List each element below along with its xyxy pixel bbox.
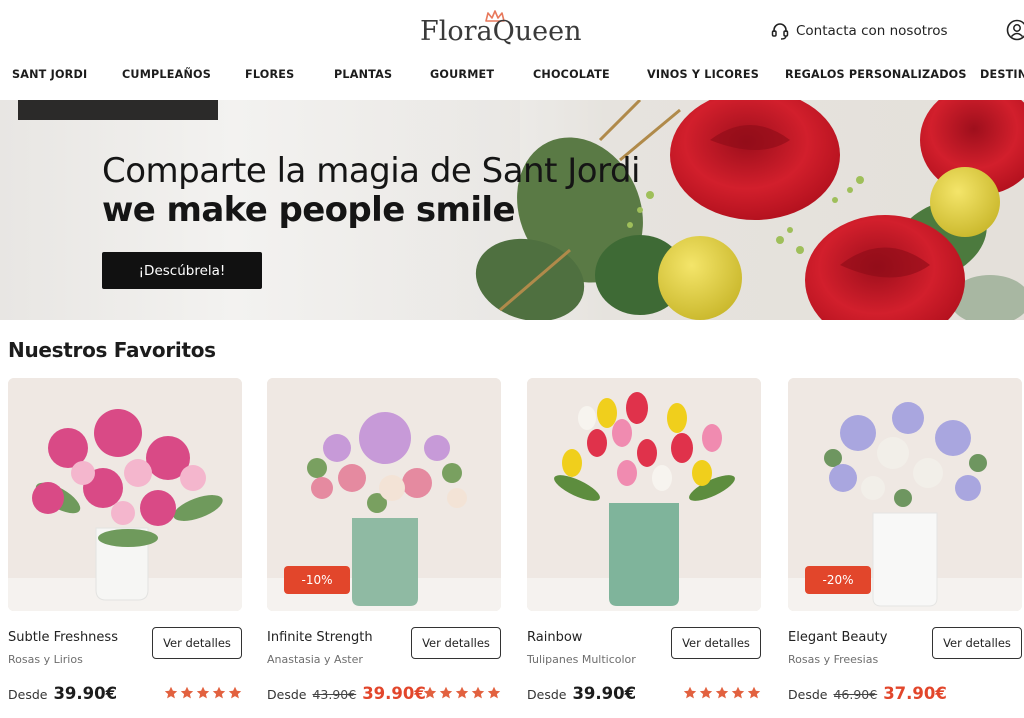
star-icon (212, 686, 226, 699)
nav-item-chocolate[interactable]: CHOCOLATE (533, 68, 610, 81)
nav-item-regalos-personalizados[interactable]: REGALOS PERSONALIZADOS (785, 68, 967, 81)
nav-item-sant-jordi[interactable]: SANT JORDI (12, 68, 87, 81)
main-nav: SANT JORDI CUMPLEAÑOS FLORES PLANTAS GOU… (0, 62, 1024, 88)
product-image[interactable] (527, 378, 761, 611)
star-icon (699, 686, 713, 699)
rating-stars (164, 686, 242, 700)
star-icon (683, 686, 697, 699)
price: 37.90€ (883, 684, 947, 703)
star-icon (228, 686, 242, 699)
product-subtitle: Anastasia y Aster (267, 653, 363, 666)
contact-label: Contacta con nosotros (796, 23, 948, 39)
product-card[interactable]: Subtle Freshness Rosas y Lirios Ver deta… (8, 378, 242, 718)
logo-text: FloraQueen (420, 16, 582, 47)
product-image[interactable] (8, 378, 242, 611)
logo[interactable]: FloraQueen (420, 10, 582, 48)
product-name[interactable]: Elegant Beauty (788, 630, 887, 645)
from-label: Desde (527, 687, 567, 702)
from-label: Desde (8, 687, 48, 702)
product-image[interactable]: -10% (267, 378, 501, 611)
hero-cta-button[interactable]: ¡Descúbrela! (102, 252, 262, 289)
star-icon (455, 686, 469, 699)
rating-stars (683, 686, 761, 700)
nav-item-flores[interactable]: FLORES (245, 68, 294, 81)
product-name[interactable]: Rainbow (527, 630, 582, 645)
view-details-button[interactable]: Ver detalles (152, 627, 242, 659)
price: 39.90€ (362, 684, 426, 703)
star-icon (471, 686, 485, 699)
star-icon (715, 686, 729, 699)
star-icon (164, 686, 178, 699)
hero-title: Comparte la magia de Sant Jordi (102, 151, 640, 191)
nav-item-cumpleanos[interactable]: CUMPLEAÑOS (122, 68, 211, 81)
star-icon (731, 686, 745, 699)
product-card[interactable]: -10% Infinite Strength Anastasia y Aster… (267, 378, 501, 718)
nav-item-gourmet[interactable]: GOURMET (430, 68, 494, 81)
from-label: Desde (788, 687, 828, 702)
user-icon[interactable] (1006, 19, 1024, 41)
product-card[interactable]: -20% Elegant Beauty Rosas y Freesias Ver… (788, 378, 1022, 718)
star-icon (423, 686, 437, 699)
headset-icon (771, 23, 789, 40)
view-details-button[interactable]: Ver detalles (411, 627, 501, 659)
star-icon (487, 686, 501, 699)
hero-book-decor (18, 100, 218, 120)
header: FloraQueen Contacta con nosotros (0, 0, 1024, 50)
price-row: Desde 46.90€ 37.90€ (788, 684, 1022, 706)
view-details-button[interactable]: Ver detalles (671, 627, 761, 659)
discount-badge: -20% (805, 566, 871, 594)
favorites-title: Nuestros Favoritos (8, 338, 216, 362)
product-name[interactable]: Infinite Strength (267, 630, 373, 645)
rating-stars (423, 686, 501, 700)
product-image[interactable]: -20% (788, 378, 1022, 611)
contact-link[interactable]: Contacta con nosotros (770, 21, 948, 41)
nav-item-plantas[interactable]: PLANTAS (334, 68, 392, 81)
star-icon (439, 686, 453, 699)
price: 39.90€ (53, 684, 118, 703)
discount-badge: -10% (284, 566, 350, 594)
nav-item-vinos-y-licores[interactable]: VINOS Y LICORES (647, 68, 759, 81)
view-details-button[interactable]: Ver detalles (932, 627, 1022, 659)
from-label: Desde (267, 687, 307, 702)
product-card[interactable]: Rainbow Tulipanes Multicolor Ver detalle… (527, 378, 761, 718)
star-icon (180, 686, 194, 699)
old-price: 46.90€ (833, 687, 878, 702)
product-subtitle: Rosas y Lirios (8, 653, 83, 666)
hero-subtitle: we make people smile (102, 190, 516, 230)
price: 39.90€ (572, 684, 637, 703)
hero-banner: Comparte la magia de Sant Jordi we make … (0, 100, 1024, 320)
star-icon (747, 686, 761, 699)
old-price: 43.90€ (312, 687, 357, 702)
product-name[interactable]: Subtle Freshness (8, 630, 118, 645)
star-icon (196, 686, 210, 699)
nav-item-destino[interactable]: DESTINO (980, 68, 1024, 81)
product-subtitle: Rosas y Freesias (788, 653, 879, 666)
product-subtitle: Tulipanes Multicolor (527, 653, 636, 666)
